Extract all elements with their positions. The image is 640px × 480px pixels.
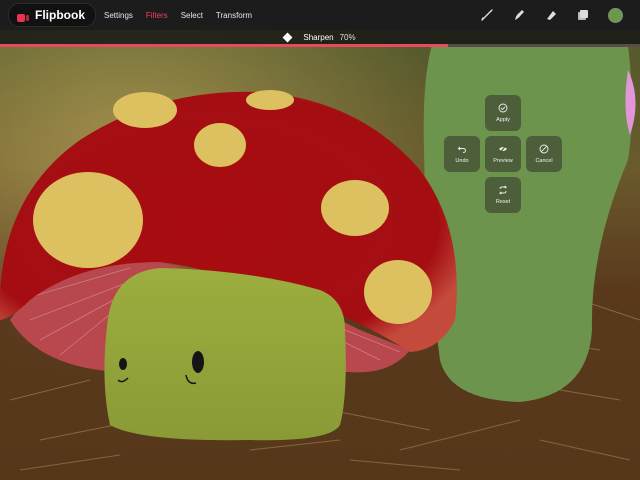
color-picker[interactable] — [606, 6, 624, 24]
apply-label: Apply — [496, 117, 510, 123]
left-eye — [119, 358, 127, 370]
adjustment-diamond-icon — [282, 32, 293, 42]
eraser-icon[interactable] — [542, 6, 560, 24]
undo-button[interactable]: Undo — [444, 136, 480, 172]
artwork — [0, 0, 640, 480]
menu-filters[interactable]: Filters — [146, 11, 168, 20]
slider-fill — [0, 44, 448, 47]
apply-button[interactable]: Apply — [485, 95, 521, 131]
eye-slash-icon — [499, 145, 507, 153]
adjustment-value: 70% — [339, 32, 356, 42]
right-eye — [192, 351, 204, 373]
reset-label: Reset — [495, 199, 511, 205]
mushroom-body — [104, 268, 346, 441]
flipbook-logo-icon — [17, 10, 29, 22]
layers-icon[interactable] — [574, 6, 592, 24]
adjustment-bar: Sharpen 70% — [0, 30, 640, 44]
smudge-icon[interactable] — [510, 6, 528, 24]
cancel-label: Cancel — [535, 158, 553, 164]
drawing-canvas[interactable] — [0, 0, 640, 480]
tool-palette — [478, 0, 624, 30]
menu-transform[interactable]: Transform — [216, 11, 252, 20]
current-color-swatch — [607, 7, 623, 23]
reset-icon — [498, 185, 508, 195]
adjustment-name: Sharpen — [303, 32, 334, 42]
filter-controls: Apply Undo Preview Cancel Reset — [444, 95, 563, 213]
check-circle-icon — [498, 103, 508, 113]
undo-icon — [457, 146, 466, 153]
brush-icon[interactable] — [478, 6, 496, 24]
undo-label: Undo — [455, 158, 469, 164]
cancel-button[interactable]: Cancel — [526, 136, 562, 172]
preview-label: Preview — [493, 158, 513, 164]
main-menu: Settings Filters Select Transform — [104, 11, 252, 20]
app-name: Flipbook — [35, 8, 85, 22]
reset-button[interactable]: Reset — [485, 177, 521, 213]
adjustment-slider[interactable] — [0, 44, 640, 47]
no-circle-icon — [539, 144, 549, 154]
preview-button[interactable]: Preview — [485, 136, 521, 172]
top-bar: Flipbook Settings Filters Select Transfo… — [0, 0, 640, 30]
menu-settings[interactable]: Settings — [104, 11, 133, 20]
app-brand[interactable]: Flipbook — [8, 3, 96, 27]
menu-select[interactable]: Select — [181, 11, 203, 20]
